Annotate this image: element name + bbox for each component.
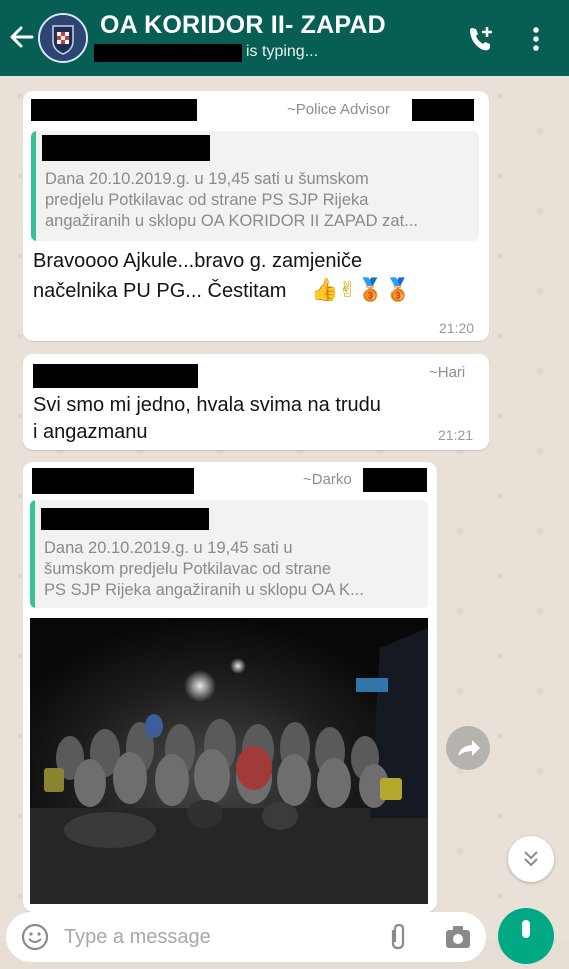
double-chevron-down-icon [524, 851, 538, 867]
message-text: i angazmanu [33, 421, 148, 443]
redacted-sender [32, 468, 194, 494]
quote-accent [31, 131, 36, 241]
redacted-sender [31, 99, 197, 121]
quote-line: angažiranih u sklopu OA KORIDOR II ZAPAD… [45, 212, 418, 230]
quote-accent [30, 500, 35, 608]
sender-alias: ~Darko [303, 471, 352, 488]
attached-photo[interactable] [30, 618, 428, 904]
group-avatar[interactable] [38, 13, 88, 63]
redacted-sender [33, 364, 198, 388]
redacted-quote-sender [42, 135, 210, 161]
add-call-icon[interactable] [466, 24, 496, 54]
quote-line: Dana 20.10.2019.g. u 19,45 sati u [44, 539, 293, 557]
quote-line: šumskom predjelu Potkilavac od strane [44, 560, 332, 578]
redacted-quote-sender [41, 508, 209, 530]
microphone-icon [522, 920, 530, 938]
voice-record-button[interactable] [498, 908, 554, 964]
emoji-row: 👍✌🥉🥉 [311, 277, 412, 302]
message-text: načelnika PU PG... Čestitam [33, 280, 287, 302]
chat-header: OA KORIDOR II- ZAPAD is typing... [0, 0, 569, 76]
message-text: Svi smo mi jedno, hvala svima na trudu [33, 394, 381, 416]
quoted-message[interactable]: Dana 20.10.2019.g. u 19,45 sati u šumsko… [30, 500, 428, 608]
message-composer[interactable]: Type a message [6, 912, 486, 962]
more-options-icon[interactable] [528, 24, 544, 54]
camera-icon[interactable] [444, 924, 472, 950]
message-time: 21:21 [438, 427, 474, 443]
typing-status: is typing... [246, 43, 319, 60]
scroll-to-bottom-button[interactable] [508, 836, 554, 882]
message-input[interactable]: Type a message [64, 926, 211, 949]
sender-alias: ~Hari [429, 364, 466, 381]
forward-button[interactable] [446, 726, 490, 770]
emoji-icon[interactable] [20, 922, 50, 952]
back-arrow-icon[interactable] [6, 20, 36, 54]
redacted-name [94, 44, 242, 62]
group-title[interactable]: OA KORIDOR II- ZAPAD [100, 11, 386, 40]
message-bubble[interactable]: ~Hari Svi smo mi jedno, hvala svima na t… [23, 354, 489, 450]
attach-icon[interactable] [386, 922, 410, 952]
redacted-phone [412, 99, 474, 121]
redacted-phone [363, 468, 427, 492]
quote-line: Dana 20.10.2019.g. u 19,45 sati u šumsko… [45, 170, 369, 188]
quote-line: PS SJP Rijeka angažiranih u sklopu OA K.… [44, 581, 364, 599]
message-text: Bravoooo Ajkule...bravo g. zamjeniče [33, 250, 363, 272]
quote-line: predjelu Potkilavac od strane PS SJP Rij… [45, 191, 369, 209]
forward-icon [458, 740, 480, 756]
message-bubble[interactable]: ~Police Advisor Dana 20.10.2019.g. u 19,… [23, 91, 489, 341]
message-time: 21:20 [439, 320, 475, 336]
quoted-message[interactable]: Dana 20.10.2019.g. u 19,45 sati u šumsko… [31, 131, 479, 241]
sender-alias: ~Police Advisor [287, 101, 390, 118]
